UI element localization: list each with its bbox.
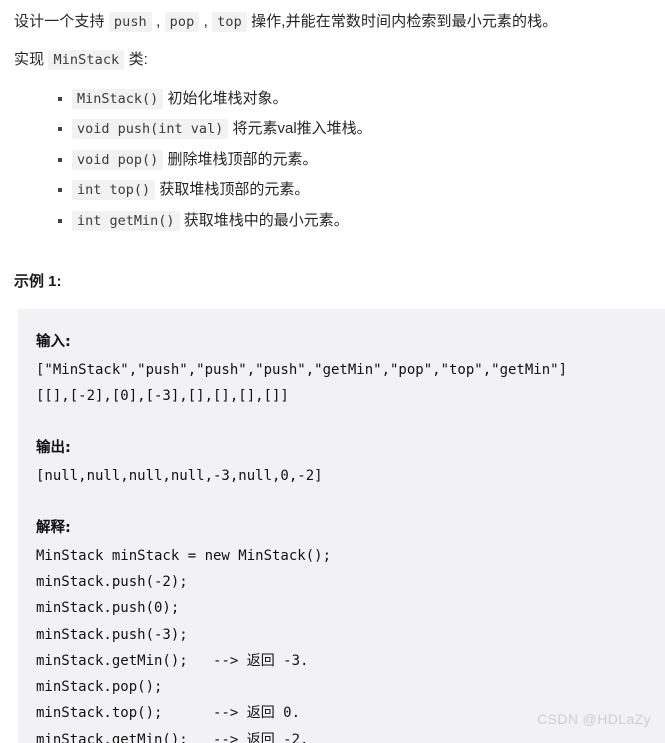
input-label: 输入: [36, 334, 71, 350]
explanation-line: minStack.getMin(); --> 返回 -3. [36, 652, 309, 669]
explanation-line: minStack.push(0); [36, 600, 180, 617]
code-spacer [36, 489, 665, 515]
inline-code-top: top [212, 12, 247, 32]
explanation-line: minStack.push(-2); [36, 573, 188, 590]
explanation-label: 解释: [36, 520, 71, 537]
inline-code-pop: pop [164, 12, 200, 32]
api-signature: int getMin() [72, 210, 180, 231]
explanation-line: minStack.getMin(); --> 返回 -2. [36, 731, 309, 743]
input-line: [[],[-2],[0],[-3],[],[],[],[]] [36, 387, 289, 404]
api-description: 初始化堆栈对象。 [163, 89, 288, 107]
intro-paragraph-1: 设计一个支持 push , pop , top 操作,并能在常数时间内检索到最小… [0, 0, 665, 33]
code-spacer [36, 409, 665, 435]
explanation-line: minStack.pop(); [36, 679, 163, 696]
api-description: 获取堆栈顶部的元素。 [155, 181, 310, 198]
api-signature: MinStack() [72, 88, 164, 109]
explanation-line: minStack.push(-3); [36, 626, 188, 643]
list-item: int top() 获取堆栈顶部的元素。 [58, 179, 665, 202]
output-label: 输出: [36, 440, 71, 457]
input-line: ["MinStack","push","push","push","getMin… [36, 361, 568, 378]
intro-text-pre: 设计一个支持 [14, 13, 109, 30]
csdn-watermark: CSDN @HDLaZy [537, 711, 651, 727]
explanation-line: MinStack minStack = new MinStack(); [36, 547, 332, 564]
example-code-block: 输入: ["MinStack","push","push","push","ge… [18, 309, 665, 743]
list-item: MinStack() 初始化堆栈对象。 [58, 88, 665, 111]
api-signature: void push(int val) [72, 119, 229, 139]
list-item: void push(int val) 将元素val推入堆栈。 [58, 118, 665, 141]
output-line: [null,null,null,null,-3,null,0,-2] [36, 467, 323, 484]
intro-paragraph-2: 实现 MinStack 类: [0, 33, 665, 71]
list-item: int getMin() 获取堆栈中的最小元素。 [58, 210, 665, 233]
list-item: void pop() 删除堆栈顶部的元素。 [58, 149, 665, 172]
intro-separator-2: , [199, 13, 213, 30]
example-heading: 示例 1: [14, 273, 62, 290]
inline-code-minstack: MinStack [48, 50, 125, 71]
intro-separator-1: , [151, 13, 165, 30]
api-description: 将元素val推入堆栈。 [228, 120, 372, 137]
api-description: 删除堆栈顶部的元素。 [163, 150, 318, 168]
inline-code-push: push [108, 12, 152, 32]
implement-text-pre: 实现 [14, 51, 49, 69]
intro-text-post: 操作,并能在常数时间内检索到最小元素的栈。 [246, 13, 558, 30]
api-description: 获取堆栈中的最小元素。 [179, 211, 349, 229]
problem-description-page: 设计一个支持 push , pop , top 操作,并能在常数时间内检索到最小… [0, 0, 665, 743]
api-signature: int top() [72, 180, 156, 200]
implement-text-post: 类: [124, 51, 148, 69]
api-signature: void pop() [72, 149, 164, 170]
api-method-list: MinStack() 初始化堆栈对象。 void push(int val) 将… [0, 88, 665, 233]
